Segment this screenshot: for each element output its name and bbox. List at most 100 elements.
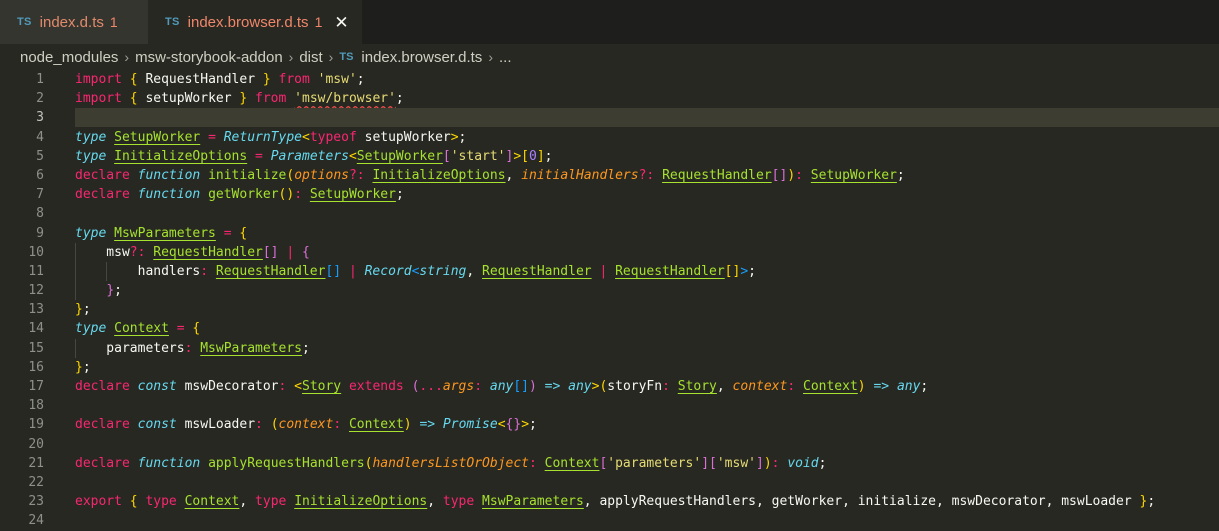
code-line[interactable]: 11 handlers: RequestHandler[] | Record<s… — [0, 261, 1219, 282]
code-token: MswParameters — [114, 225, 216, 241]
code-line[interactable]: 23 export { type Context, type Initialize… — [0, 492, 1219, 511]
code-line[interactable]: 19 declare const mswLoader: (context: Con… — [0, 415, 1219, 434]
code-token: ; — [82, 359, 91, 375]
code-token: type — [75, 129, 107, 145]
code-line[interactable]: 6 declare function initialize(options?: I… — [0, 166, 1219, 185]
line-number: 4 — [36, 129, 44, 145]
tab-index-d-ts[interactable]: TS index.d.ts 1 — [0, 0, 148, 44]
code-line[interactable]: 24 — [0, 511, 1219, 530]
code-line[interactable]: 18 — [0, 396, 1219, 415]
code-token: , applyRequestHandlers, getWorker, initi… — [583, 494, 1140, 510]
code-token: ] — [701, 455, 710, 471]
code-line[interactable]: 12 }; — [0, 281, 1219, 301]
code-line[interactable]: 3 — [0, 108, 1219, 128]
tab-index-browser-d-ts[interactable]: TS index.browser.d.ts 1 ✕ — [148, 0, 363, 44]
line-number: 12 — [28, 283, 44, 299]
code-line[interactable]: 8 — [0, 204, 1219, 223]
code-token: < — [348, 148, 357, 164]
code-token: : — [529, 455, 537, 471]
code-token: Parameters — [270, 148, 349, 164]
breadcrumb-item-file[interactable]: index.browser.d.ts — [361, 49, 482, 66]
code-line[interactable]: 14 type Context = { — [0, 319, 1219, 338]
code-line[interactable]: 22 — [0, 473, 1219, 492]
code-line[interactable]: 15 parameters: MswParameters; — [0, 338, 1219, 358]
line-number: 3 — [36, 110, 44, 126]
code-text: handlers: RequestHandler[] | Record<stri… — [75, 262, 756, 281]
current-line-highlight — [75, 108, 1219, 128]
code-token: extends — [348, 379, 404, 394]
code-token: Context — [184, 494, 240, 510]
code-line[interactable]: 2 import { setupWorker } from 'msw/browse… — [0, 89, 1219, 108]
code-token: 0 — [529, 148, 537, 164]
code-line[interactable]: 17 declare const mswDecorator: <Story ext… — [0, 377, 1219, 396]
code-token: Record — [364, 263, 412, 279]
code-editor[interactable]: 1 import { RequestHandler } from 'msw'; 2 i… — [0, 70, 1219, 531]
code-token: from — [278, 72, 310, 87]
line-number: 10 — [28, 244, 44, 260]
code-token: any — [896, 379, 921, 394]
code-line[interactable]: 5 type InitializeOptions = Parameters<Set… — [0, 147, 1219, 166]
code-line[interactable]: 1 import { RequestHandler } from 'msw'; — [0, 70, 1219, 89]
breadcrumb-item-dist[interactable]: dist — [299, 49, 322, 66]
code-token: void — [787, 455, 819, 471]
typescript-file-icon: TS — [339, 51, 354, 63]
code-text: type MswParameters = { — [75, 224, 247, 243]
typescript-file-icon: TS — [165, 16, 180, 28]
code-token: : — [662, 379, 670, 394]
code-token: ; — [458, 129, 467, 145]
tab-problem-count: 1 — [109, 14, 118, 30]
code-token: RequestHandler — [615, 263, 725, 279]
code-line[interactable]: 9 type MswParameters = { — [0, 224, 1219, 243]
code-line[interactable]: 13}; — [0, 300, 1219, 319]
code-token: ; — [529, 417, 537, 433]
breadcrumb-item-msw-storybook-addon[interactable]: msw-storybook-addon — [135, 49, 283, 66]
line-number: 20 — [28, 436, 44, 452]
line-number: 24 — [28, 513, 44, 529]
code-token: ?: — [129, 244, 146, 260]
code-text: import { setupWorker } from 'msw/browser… — [75, 89, 404, 108]
chevron-right-icon: › — [488, 49, 493, 65]
breadcrumb-item-node-modules[interactable]: node_modules — [20, 49, 118, 66]
code-token: MswParameters — [482, 494, 584, 510]
code-line[interactable]: 4 type SetupWorker = ReturnType<typeof se… — [0, 128, 1219, 147]
code-token: declare — [75, 455, 130, 471]
code-token: ) — [857, 379, 866, 394]
code-token: ) — [529, 379, 537, 394]
code-line[interactable]: 10 msw?: RequestHandler[] | { — [0, 242, 1219, 262]
line-number: 15 — [28, 340, 44, 356]
code-token: SetupWorker — [114, 129, 201, 145]
code-token: Promise — [442, 417, 498, 433]
code-token: , — [466, 263, 483, 279]
code-text: declare function getWorker(): SetupWorke… — [75, 185, 404, 204]
code-line[interactable]: 16}; — [0, 358, 1219, 377]
code-token: applyRequestHandlers — [208, 455, 365, 471]
code-token: > — [521, 417, 530, 433]
code-token: , — [427, 494, 443, 510]
code-token: ) — [403, 417, 412, 433]
code-line[interactable]: 20 — [0, 435, 1219, 454]
close-icon[interactable]: ✕ — [334, 14, 348, 31]
code-line[interactable]: 7 declare function getWorker(): SetupWork… — [0, 185, 1219, 204]
code-token: function — [137, 187, 201, 203]
code-token: declare — [75, 187, 130, 203]
code-token: export — [75, 494, 122, 510]
tab-label: index.d.ts — [39, 13, 104, 31]
code-line[interactable]: 21 declare function applyRequestHandlers(… — [0, 454, 1219, 473]
line-number: 2 — [36, 91, 44, 107]
breadcrumb-item-symbols[interactable]: ... — [499, 49, 512, 66]
code-token: import — [75, 72, 122, 87]
